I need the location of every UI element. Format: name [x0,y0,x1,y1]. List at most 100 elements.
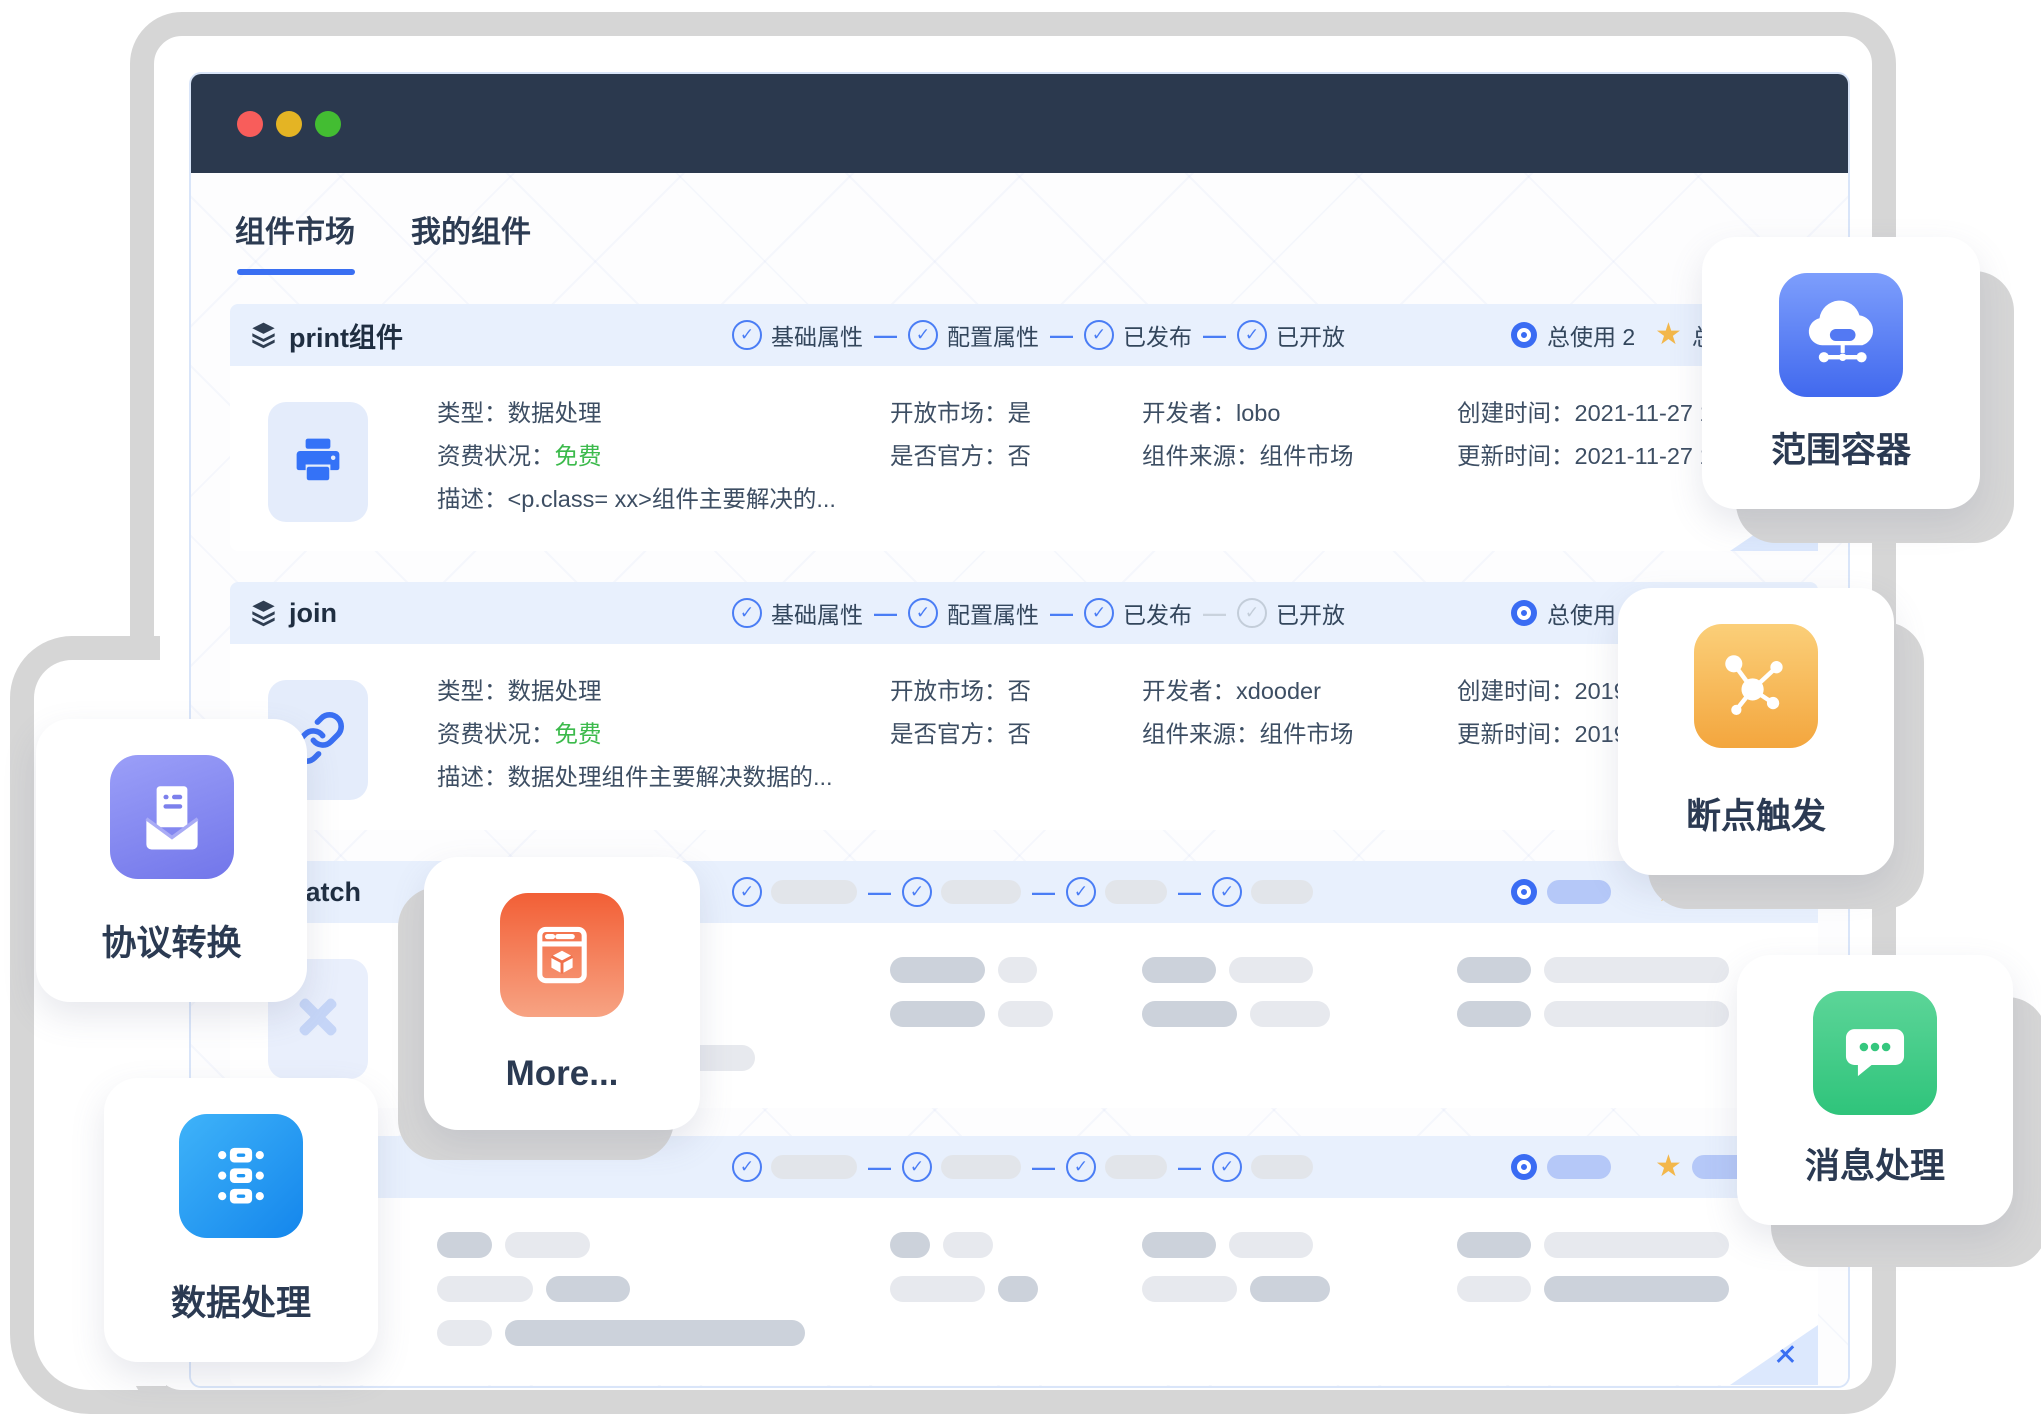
step-connector [1050,600,1073,627]
skeleton-pill [1229,1232,1313,1258]
usage-count: 总使用 6 [1511,582,1635,644]
field-label: 更新时间： [1457,721,1575,747]
field-value: xdooder [1236,678,1321,704]
card-body: 类型：数据处理 资费状况：免费 描述：数据处理组件主要解决数据的... 开放市场… [230,644,1818,829]
card-header: join 基础属性 配置属性 已发布 已开放 总使用 6 [230,582,1818,644]
skeleton-pill [1250,1001,1330,1027]
close-traffic-light[interactable] [237,111,263,137]
skeleton-pill [1142,1001,1237,1027]
field-value: 否 [1008,678,1032,704]
usage-eye-icon [1511,322,1537,348]
field-label: 开发者： [1142,400,1236,426]
step-check-icon-pending [1237,598,1267,628]
skeleton-pill [437,1232,492,1258]
tab-component-market[interactable]: 组件市场 [235,207,355,283]
feature-card-message-processing[interactable]: 消息处理 [1737,955,2013,1225]
field-label: 更新时间： [1457,443,1575,469]
skeleton-pill [1544,1001,1729,1027]
printer-icon [291,433,345,492]
skeleton-pill [890,957,985,983]
skeleton-pill [1105,1155,1167,1179]
skeleton-column [890,957,1053,1045]
feature-card-range-container[interactable]: 范围容器 [1702,237,1980,509]
field-column: 开放市场：是 是否官方：否 [890,392,1031,478]
minimize-traffic-light[interactable] [276,111,302,137]
step-check-icon [732,1152,762,1182]
field-value-free: 免费 [555,721,602,747]
field-value: <p.class= xx>组件主要解决的... [508,486,836,512]
skeleton-pill [1457,1001,1531,1027]
skeleton-pill [1544,957,1729,983]
skeleton-column [890,1232,1038,1320]
window-titlebar [191,74,1848,173]
field-column: 开放市场：否 是否官方：否 [890,670,1031,756]
cloud-network-icon [1779,273,1903,397]
component-card-skeleton[interactable] [230,1136,1818,1385]
step-connector [868,879,891,906]
skeleton-column [1142,957,1330,1045]
step-connector [874,322,897,349]
stage: 组件市场 我的组件 print组件 基础属性 配置属性 [0,0,2041,1424]
skeleton-pill [1547,1155,1611,1179]
app-box-icon [500,893,624,1017]
step-indicator-skeleton [732,1136,1313,1198]
step-check-icon [732,320,762,350]
component-icon-tile [268,402,368,522]
step-check-icon [902,1152,932,1182]
skeleton-pill [1250,1276,1330,1302]
chat-bubble-icon [1813,991,1937,1115]
component-card-join[interactable]: join 基础属性 配置属性 已发布 已开放 总使用 6 [230,582,1818,830]
field-value: 组件市场 [1260,721,1354,747]
skeleton-pill [1142,1276,1237,1302]
field-value: 数据处理组件主要解决数据的... [508,764,833,790]
field-label: 开放市场： [890,678,1008,704]
field-label: 类型： [437,678,508,704]
step-check-icon [1084,320,1114,350]
skeleton-column [1457,1232,1729,1320]
skeleton-pill [771,880,857,904]
maximize-traffic-light[interactable] [315,111,341,137]
skeleton-pill [1457,1276,1531,1302]
component-title: print组件 [289,316,403,355]
skeleton-pill [998,957,1037,983]
active-tab-underline [237,269,355,275]
feature-card-label: More... [506,1054,619,1094]
step-connector [1050,322,1073,349]
skeleton-pill [998,1276,1038,1302]
app-window: 组件市场 我的组件 print组件 基础属性 配置属性 [189,72,1850,1388]
skeleton-pill [1142,957,1216,983]
field-value: 否 [1008,721,1032,747]
step-label: 配置属性 [947,596,1039,630]
component-card-print[interactable]: print组件 基础属性 配置属性 已发布 已开放 总使用 2 [230,304,1818,551]
skeleton-pill [505,1320,805,1346]
skeleton-pill [1457,957,1531,983]
feature-card-data-processing[interactable]: 数据处理 [104,1078,378,1362]
step-check-icon [1066,1152,1096,1182]
step-check-icon [1237,320,1267,350]
skeleton-pill [1457,1232,1531,1258]
skeleton-pill [771,1155,857,1179]
card-header: print组件 基础属性 配置属性 已发布 已开放 总使用 2 [230,304,1818,366]
field-label: 创建时间： [1457,400,1575,426]
step-label: 已开放 [1276,318,1345,352]
tab-my-components[interactable]: 我的组件 [411,207,531,283]
feature-card-protocol-conversion[interactable]: 协议转换 [36,719,307,1002]
field-label: 是否官方： [890,721,1008,747]
feature-card-breakpoint-trigger[interactable]: 断点触发 [1618,588,1894,875]
field-label: 描述： [437,764,508,790]
feature-card-label: 协议转换 [101,915,241,966]
step-label: 已发布 [1123,318,1192,352]
doc-envelope-icon [110,755,234,879]
skeleton-column [437,1232,805,1364]
usage-eye-icon [1511,600,1537,626]
skeleton-pill [1105,880,1167,904]
step-label: 基础属性 [771,318,863,352]
field-label: 创建时间： [1457,678,1575,704]
skeleton-pill [1251,1155,1313,1179]
feature-card-more[interactable]: More... [424,857,700,1130]
field-value-free: 免费 [555,443,602,469]
skeleton-column [1457,957,1729,1045]
field-column: 开发者：xdooder 组件来源：组件市场 [1142,670,1354,756]
star-icon [1655,320,1682,350]
step-indicator: 基础属性 配置属性 已发布 已开放 [732,304,1345,366]
